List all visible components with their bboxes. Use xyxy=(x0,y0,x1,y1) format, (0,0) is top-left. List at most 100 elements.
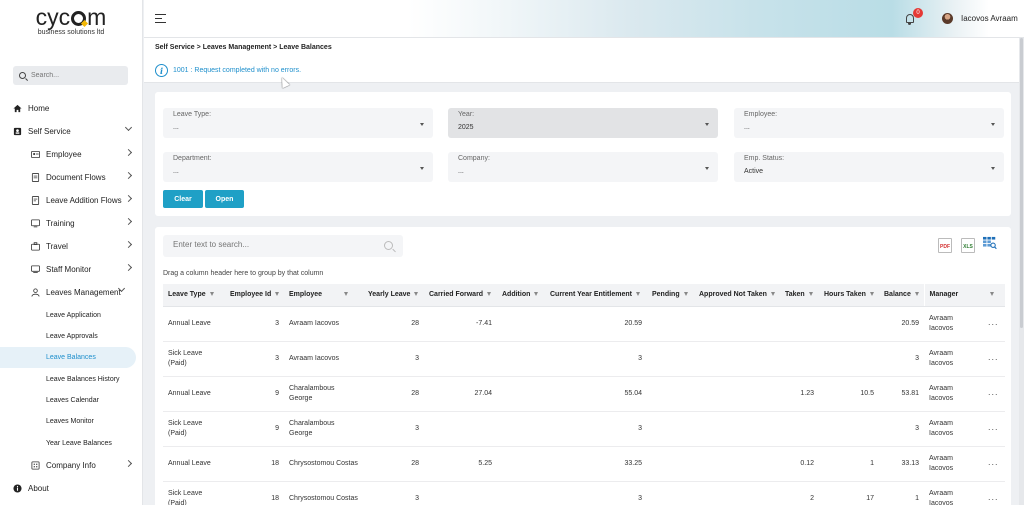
emp-status-select[interactable]: Emp. Status: Active xyxy=(734,152,1004,182)
filter-icon[interactable] xyxy=(344,292,349,297)
filter-icon[interactable] xyxy=(635,292,640,297)
table-cell: Sick Leave (Paid) xyxy=(163,341,225,377)
page-scrollbar[interactable] xyxy=(1019,38,1024,505)
column-header-balance[interactable]: Balance xyxy=(879,284,924,307)
nav-leave-balances[interactable]: Leave Balances xyxy=(46,347,96,367)
column-header-yearly-leave[interactable]: Yearly Leave xyxy=(363,284,424,307)
leave-type-select[interactable]: Leave Type: ... xyxy=(163,108,433,138)
status-message-text: 1001 : Request completed with no errors. xyxy=(173,67,302,74)
breadcrumb-leaves-management[interactable]: Leaves Management xyxy=(203,44,271,51)
nav-leave-approvals[interactable]: Leave Approvals xyxy=(46,326,98,346)
filter-icon[interactable] xyxy=(869,292,874,297)
user-avatar[interactable] xyxy=(942,13,953,24)
row-menu-icon[interactable]: ··· xyxy=(981,306,1005,342)
nav-training[interactable]: Training xyxy=(31,213,142,233)
table-row[interactable]: Annual Leave 9 Charalambous George 28 27.04 5… xyxy=(163,376,1005,412)
row-menu-icon[interactable]: ··· xyxy=(981,446,1005,482)
company-select[interactable]: Company: ... xyxy=(448,152,718,182)
company-value: ... xyxy=(458,168,464,175)
nav-training-label: Training xyxy=(46,218,75,228)
nav-company-info[interactable]: Company Info xyxy=(31,455,142,475)
column-header-carried-forward[interactable]: Carried Forward xyxy=(424,284,497,307)
table-cell: 55.04 xyxy=(545,376,647,412)
sidebar-search-input[interactable] xyxy=(31,72,121,79)
nav-leaves-management[interactable]: Leaves Management xyxy=(31,282,142,302)
table-cell: 3 xyxy=(545,411,647,447)
row-menu-icon[interactable]: ··· xyxy=(981,411,1005,447)
column-header-employee-id[interactable]: Employee Id xyxy=(225,284,284,307)
employee-select[interactable]: Employee: ... xyxy=(734,108,1004,138)
department-select[interactable]: Department: ... xyxy=(163,152,433,182)
table-cell: 3 xyxy=(363,411,424,447)
export-pdf-icon[interactable]: PDF xyxy=(938,238,952,253)
column-header-employee[interactable]: Employee xyxy=(284,284,363,307)
filter-icon[interactable] xyxy=(487,292,492,297)
table-row[interactable]: Sick Leave (Paid) 3 Avraam Iacovos 3 3 3 Avraa… xyxy=(163,341,1005,377)
caret-down-icon xyxy=(705,167,709,170)
row-menu-icon[interactable]: ··· xyxy=(981,341,1005,377)
column-header-manager[interactable]: Manager xyxy=(923,284,981,307)
menu-toggle-icon[interactable] xyxy=(155,14,166,23)
filter-icon[interactable] xyxy=(534,292,539,297)
nav-document-flows[interactable]: Document Flows xyxy=(31,167,142,187)
filter-icon[interactable] xyxy=(209,292,214,297)
nav-travel[interactable]: Travel xyxy=(31,236,142,256)
company-logo[interactable]: cyc m business solutions ltd xyxy=(0,0,142,52)
nav-leaves-monitor[interactable]: Leaves Monitor xyxy=(46,411,94,431)
column-header-pending[interactable]: Pending xyxy=(647,284,694,307)
table-row[interactable]: Annual Leave 3 Avraam Iacovos 28 -7.41 20.59 2… xyxy=(163,306,1005,342)
nav-staff-monitor[interactable]: Staff Monitor xyxy=(31,259,142,279)
year-select[interactable]: Year: 2025 xyxy=(448,108,718,138)
nav-leave-application[interactable]: Leave Application xyxy=(46,305,101,325)
clear-button[interactable]: Clear xyxy=(163,190,203,208)
grid-search[interactable] xyxy=(163,235,403,257)
nav-employee[interactable]: Employee xyxy=(31,144,142,164)
table-row[interactable]: Annual Leave 18 Chrysostomou Costas 28 5.25 3… xyxy=(163,446,1005,482)
table-row[interactable]: Sick Leave (Paid) 18 Chrysostomou Costas 3 3… xyxy=(163,481,1005,505)
filter-icon[interactable] xyxy=(275,292,280,297)
table-cell: Avraam Iacovos xyxy=(284,341,363,377)
nav-year-leave-balances[interactable]: Year Leave Balances xyxy=(46,433,112,453)
caret-down-icon xyxy=(420,123,424,126)
nav-home[interactable]: Home xyxy=(13,98,142,118)
column-header-taken[interactable]: Taken xyxy=(780,284,819,307)
nav-leaves-calendar[interactable]: Leaves Calendar xyxy=(46,390,99,410)
nav-leave-addition-flows[interactable]: Leave Addition Flows xyxy=(31,190,142,210)
table-cell xyxy=(780,411,819,447)
grid-search-input[interactable] xyxy=(173,240,373,249)
open-button[interactable]: Open xyxy=(205,190,244,208)
notification-count-badge: 0 xyxy=(913,8,923,18)
column-header-current-year-entitlement[interactable]: Current Year Entitlement xyxy=(545,284,647,307)
filter-icon[interactable] xyxy=(990,292,994,297)
filter-icon[interactable] xyxy=(808,292,813,297)
nav-company-info-label: Company Info xyxy=(46,460,96,470)
row-menu-icon[interactable]: ··· xyxy=(981,376,1005,412)
filter-icon[interactable] xyxy=(914,292,919,297)
column-header-leave-type[interactable]: Leave Type xyxy=(163,284,225,307)
nav-about[interactable]: About xyxy=(13,478,142,498)
table-row[interactable]: Sick Leave (Paid) 9 Charalambous George 3 3 3… xyxy=(163,411,1005,447)
breadcrumb-self-service[interactable]: Self Service xyxy=(155,44,195,51)
table-cell: 3 xyxy=(545,341,647,377)
filter-icon[interactable] xyxy=(683,292,688,297)
table-cell: 28 xyxy=(363,376,424,412)
caret-down-icon xyxy=(420,167,424,170)
sidebar-search[interactable] xyxy=(13,66,128,85)
table-cell xyxy=(424,411,497,447)
column-header-addition[interactable]: Addition xyxy=(497,284,545,307)
table-cell xyxy=(819,306,879,342)
row-menu-icon[interactable]: ··· xyxy=(981,481,1005,505)
table-cell: 3 xyxy=(879,341,924,377)
filter-icon[interactable] xyxy=(770,292,775,297)
column-chooser-icon[interactable] xyxy=(983,236,997,253)
table-cell: 10.5 xyxy=(819,376,879,412)
column-header-hours-taken[interactable]: Hours Taken xyxy=(819,284,879,307)
export-xls-icon[interactable]: XLS xyxy=(961,238,975,253)
filter-icon[interactable] xyxy=(414,292,419,297)
nav-leave-balances-history[interactable]: Leave Balances History xyxy=(46,369,120,389)
user-name[interactable]: Iacovos Avraam xyxy=(961,14,1018,23)
column-header-approved-not-taken[interactable]: Approved Not Taken xyxy=(694,284,780,307)
table-cell xyxy=(694,481,780,505)
table-cell: 5.25 xyxy=(424,446,497,482)
nav-self-service[interactable]: Self Service xyxy=(13,121,142,141)
